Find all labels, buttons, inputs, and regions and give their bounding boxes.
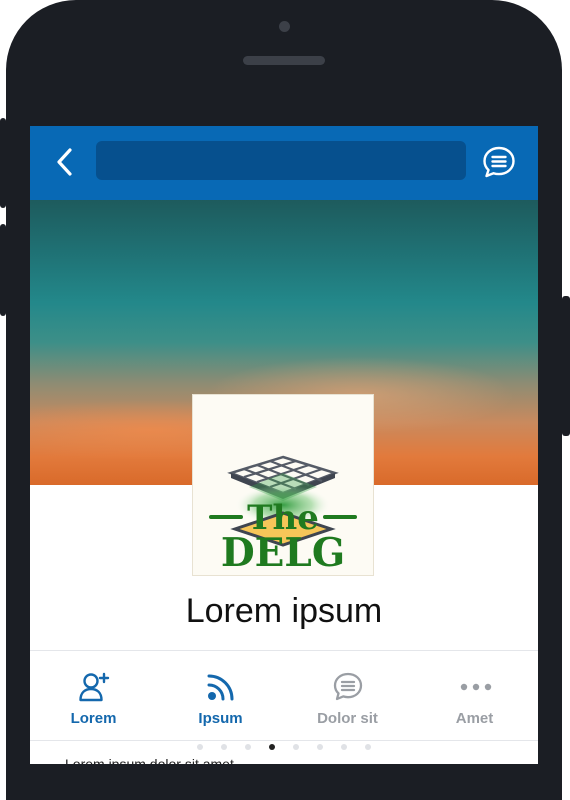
carousel-dot[interactable] — [341, 744, 347, 750]
front-camera — [279, 21, 290, 32]
carousel-dot[interactable] — [197, 744, 203, 750]
chat-bubble-icon — [483, 146, 515, 178]
phone-side-button — [562, 296, 570, 436]
chevron-left-icon — [57, 148, 72, 176]
more-dots-icon — [460, 683, 492, 691]
carousel-dot[interactable] — [221, 744, 227, 750]
search-input[interactable] — [96, 141, 466, 180]
post-text: Lorem ipsum dolor sit amet — [65, 756, 234, 764]
tab-label: Amet — [455, 710, 494, 727]
tab-ipsum[interactable]: Ipsum — [157, 652, 284, 740]
profile-tab-bar: Lorem Ipsum Dolor sit Amet — [30, 652, 538, 740]
tab-amet[interactable]: Amet — [411, 652, 538, 740]
back-button[interactable] — [48, 142, 84, 182]
delg-logo-graphic: The DELG — [209, 455, 357, 576]
add-user-icon — [79, 672, 110, 702]
phone-side-button — [0, 118, 6, 208]
profile-name: Lorem ipsum — [185, 592, 383, 630]
chat-button[interactable] — [480, 143, 518, 181]
rss-feed-icon — [207, 674, 234, 701]
carousel-dot[interactable] — [293, 744, 299, 750]
earpiece-speaker — [243, 56, 325, 65]
carousel-dot[interactable] — [245, 744, 251, 750]
divider — [30, 740, 538, 741]
app-screen: The DELG Lorem ipsum Lorem Ipsum Dolor s… — [30, 126, 538, 764]
divider — [30, 650, 538, 651]
carousel-dot[interactable] — [365, 744, 371, 750]
tab-lorem[interactable]: Lorem — [30, 652, 157, 740]
tab-label: Lorem — [70, 710, 117, 727]
logo-text-line2: DELG — [221, 530, 345, 575]
carousel-dot[interactable] — [269, 744, 275, 750]
phone-side-button — [0, 224, 6, 316]
tab-label: Ipsum — [198, 710, 243, 727]
carousel-dot[interactable] — [317, 744, 323, 750]
tab-label: Dolor sit — [317, 710, 378, 727]
carousel-indicator — [30, 744, 538, 752]
profile-logo: The DELG — [192, 394, 374, 576]
tab-dolor-sit[interactable]: Dolor sit — [284, 652, 411, 740]
chat-bubble-icon — [333, 672, 363, 701]
top-app-bar — [30, 126, 538, 200]
